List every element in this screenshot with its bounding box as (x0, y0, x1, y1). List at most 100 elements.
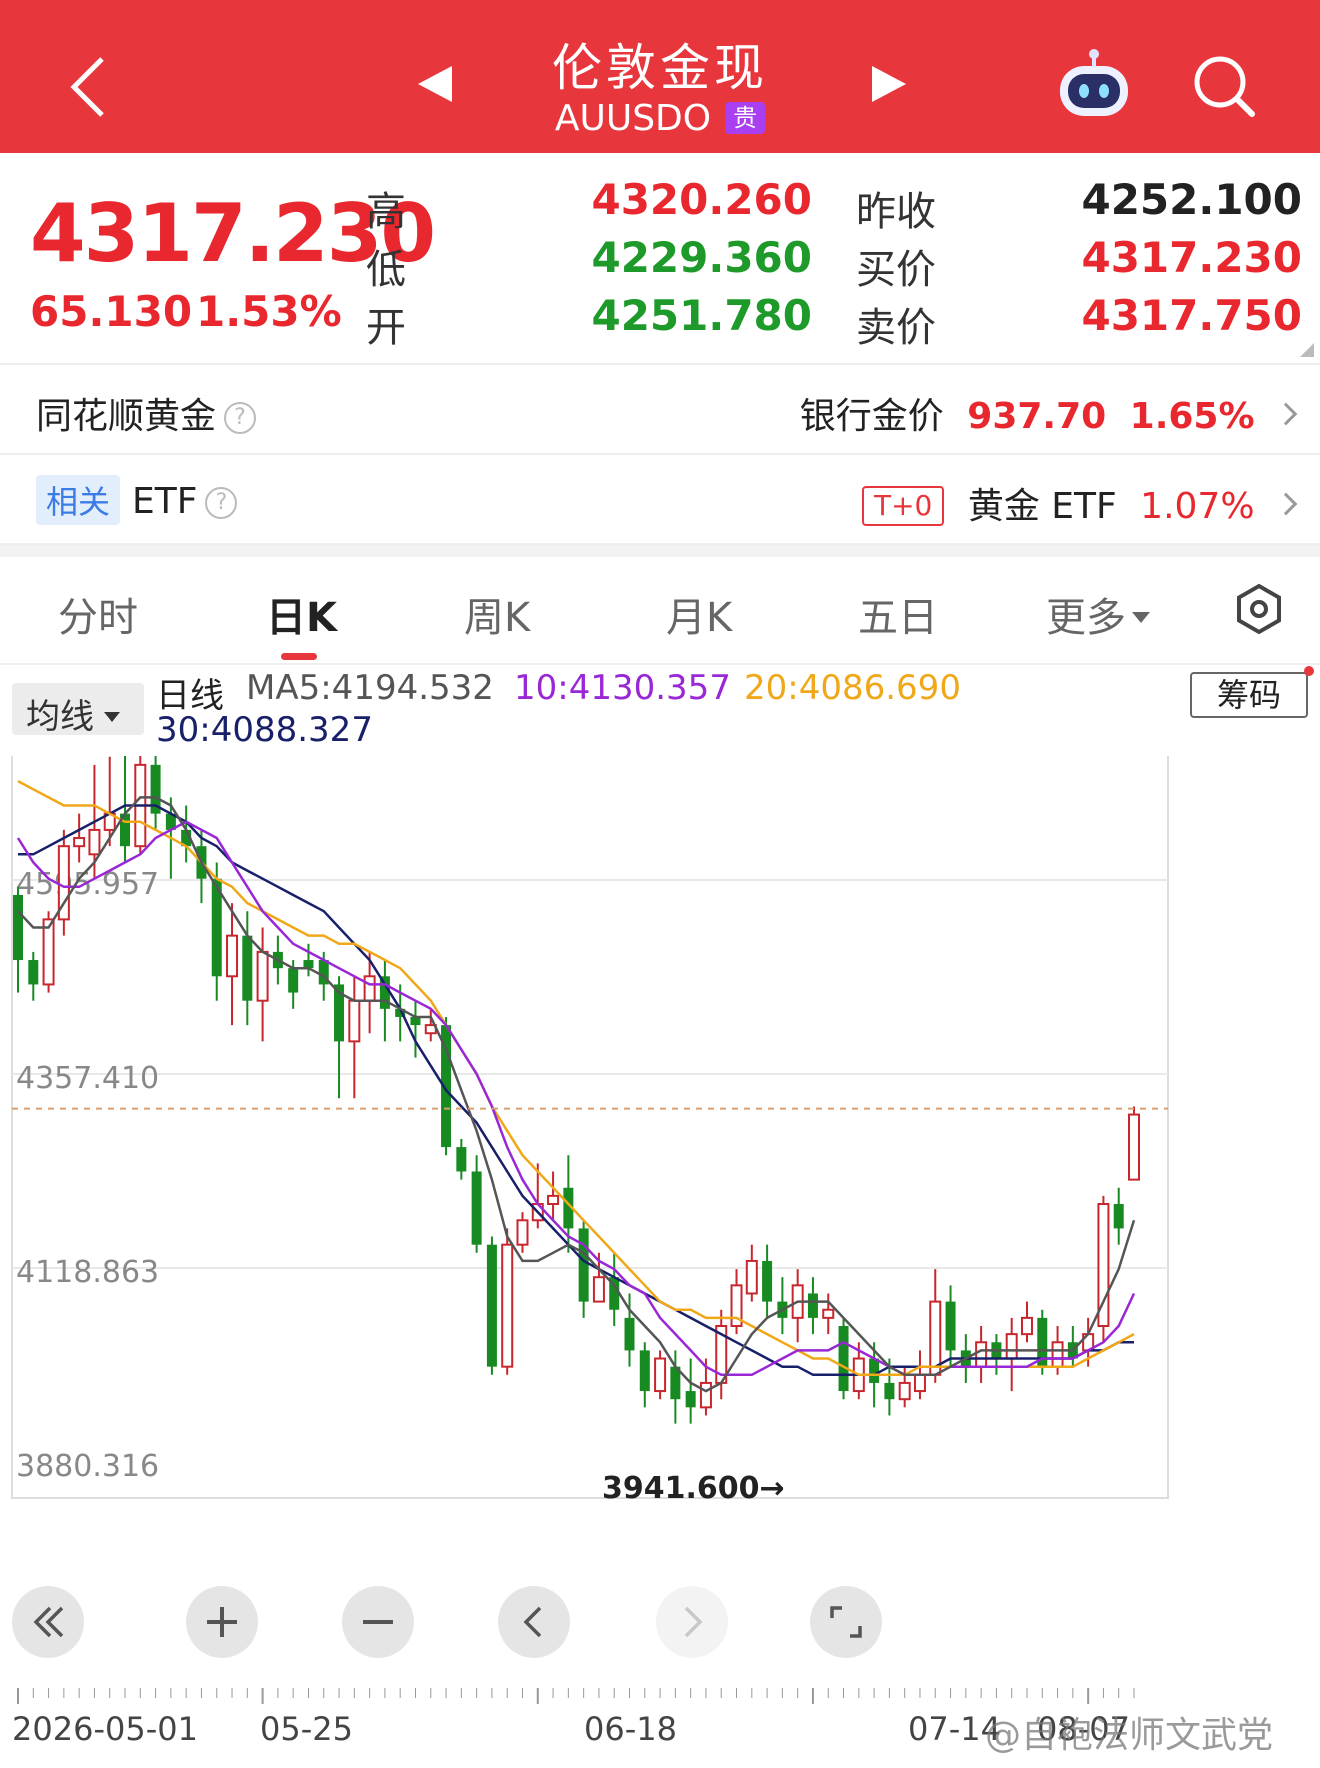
candle-body-up (226, 934, 239, 978)
caret-down-icon (1132, 612, 1150, 623)
period-tabs: 分时 日K 周K 月K 五日 更多 (0, 557, 1320, 665)
fullscreen-icon (830, 1606, 862, 1638)
gold-label: 同花顺黄金 (36, 396, 217, 437)
candle-body-down (288, 968, 299, 993)
candle-body-down (685, 1391, 696, 1408)
candle-body-down (28, 960, 39, 985)
chevron-right-icon (1274, 402, 1298, 426)
ask-value: 4317.750 (1081, 291, 1302, 340)
high-label: 高 (366, 189, 406, 235)
candle-body-down (884, 1382, 895, 1400)
scroll-left-fast-button[interactable] (12, 1586, 84, 1658)
ask-label: 卖价 (856, 305, 936, 351)
minus-icon (363, 1620, 393, 1624)
ma30-value: 30:4088.327 (156, 710, 373, 750)
search-icon[interactable] (1190, 52, 1256, 118)
candle-body-up (654, 1357, 667, 1393)
settings-hex-icon[interactable] (1232, 582, 1286, 636)
plot-frame (11, 756, 1169, 1499)
chips-button[interactable]: 筹码 (1190, 672, 1308, 718)
y-axis-label: 4595.957 (16, 867, 159, 902)
bid-value: 4317.230 (1081, 233, 1302, 282)
robot-assistant-icon[interactable] (1054, 48, 1134, 120)
candle-body-down (456, 1147, 467, 1172)
candle-body-up (501, 1243, 514, 1368)
tab-monthly-k[interactable]: 月K (666, 585, 732, 643)
ma30-line (18, 804, 1134, 1377)
candle-body-up (898, 1381, 911, 1401)
category-badge: 贵 (725, 102, 766, 134)
candle-body-up (592, 1276, 605, 1303)
etf-info-row[interactable]: 相关 ETF? T+0 黄金 ETF 1.07% (0, 455, 1320, 545)
ma20-value: 20:4086.690 (744, 668, 961, 708)
candle-body-up (363, 975, 376, 1002)
candle-body-down (471, 1171, 482, 1245)
candle-body-down (1113, 1204, 1124, 1229)
gold-info-row[interactable]: 同花顺黄金? 银行金价 937.70 1.65% (0, 365, 1320, 455)
y-axis-label: 3880.316 (16, 1449, 159, 1484)
help-icon[interactable]: ? (224, 402, 257, 434)
chevron-right-icon (684, 1606, 703, 1638)
gold-label-wrap: 同花顺黄金? (36, 387, 257, 439)
ma20-line (17, 779, 1135, 1377)
fullscreen-button[interactable] (810, 1586, 882, 1658)
candle-body-down (807, 1293, 818, 1318)
candle-body-up (547, 1194, 560, 1206)
candle-body-down (945, 1301, 956, 1351)
candle-body-up (42, 918, 55, 986)
tab-weekly-k[interactable]: 周K (464, 585, 530, 643)
candle-body-up (745, 1259, 758, 1295)
prev-instrument-icon[interactable] (418, 66, 452, 102)
zoom-in-button[interactable] (186, 1586, 258, 1658)
plus-icon (207, 1607, 237, 1637)
scroll-left-button[interactable] (498, 1586, 570, 1658)
candle-body-up (348, 999, 361, 1043)
scroll-right-button[interactable] (656, 1586, 728, 1658)
prev-close-value: 4252.100 (1081, 175, 1302, 224)
price-change-pct: 1.53% (196, 287, 342, 336)
next-instrument-icon[interactable] (872, 66, 906, 102)
etf-pct: 1.07% (1140, 486, 1255, 527)
low-value: 4229.360 (591, 233, 812, 282)
zoom-out-button[interactable] (342, 1586, 414, 1658)
x-axis-label: 05-25 (260, 1710, 353, 1748)
ma-selector[interactable]: 均线 (12, 683, 144, 737)
tab-daily-k[interactable]: 日K (266, 585, 337, 643)
ma5-line (17, 796, 1136, 1393)
header-bar: 伦敦金现 AUUSDO 贵 (0, 0, 1320, 153)
candle-body-down (624, 1317, 635, 1351)
tab-intraday[interactable]: 分时 (58, 585, 138, 643)
y-axis-label: 4357.410 (16, 1061, 159, 1096)
candle-body-up (1128, 1113, 1140, 1181)
ma10-line (16, 820, 1136, 1377)
candle-body-down (869, 1358, 880, 1383)
candle-body-up (1020, 1316, 1033, 1336)
candle-body-down (578, 1228, 589, 1302)
double-chevron-left-icon (33, 1606, 64, 1638)
candle-body-up (822, 1308, 835, 1319)
back-icon[interactable] (66, 55, 110, 119)
section-gap (0, 545, 1320, 557)
chevron-right-icon (1274, 492, 1298, 516)
t0-badge: T+0 (861, 486, 945, 526)
related-tag: 相关 (36, 475, 121, 525)
tab-five-day[interactable]: 五日 (858, 585, 938, 643)
candle-body-up (699, 1381, 712, 1409)
bank-price-wrap: 银行金价 937.70 1.65% (800, 387, 1298, 439)
high-value: 4320.260 (591, 175, 812, 224)
candle-body-down (762, 1260, 773, 1302)
bid-label: 买价 (856, 247, 936, 293)
etf-wrap: T+0 黄金 ETF 1.07% (861, 477, 1298, 529)
candle-body-up (73, 837, 86, 848)
expand-corner-icon[interactable] (1300, 343, 1314, 357)
code-text: AUUSDO (554, 98, 712, 139)
tab-more[interactable]: 更多 (1046, 585, 1150, 643)
candle-body-down (13, 894, 23, 961)
y-axis-label: 4118.863 (16, 1255, 159, 1290)
candle-body-down (639, 1350, 650, 1392)
open-label: 开 (366, 305, 406, 351)
candle-body-down (242, 935, 253, 1001)
candle-body-down (838, 1326, 849, 1392)
prev-close-label: 昨收 (856, 189, 936, 235)
help-icon[interactable]: ? (205, 487, 238, 519)
